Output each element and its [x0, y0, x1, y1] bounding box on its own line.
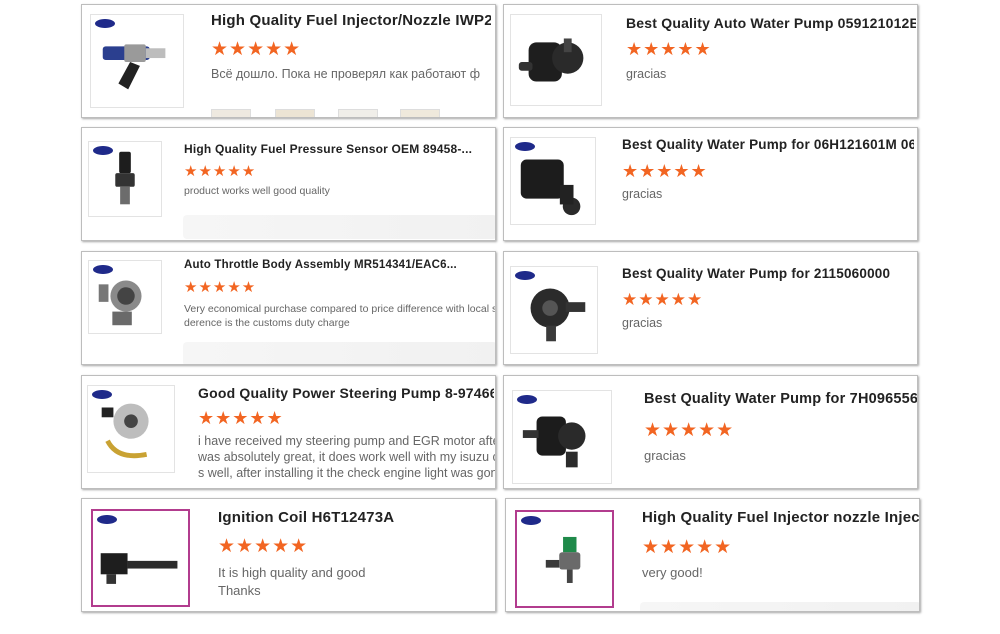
product-card[interactable]: Ignition Coil H6T12473A ★★★★★ It is high…: [81, 498, 496, 612]
review-photo[interactable]: [338, 109, 378, 117]
brand-logo: [515, 142, 535, 151]
review-text: product works well good quality: [184, 185, 484, 197]
product-image[interactable]: [88, 141, 162, 217]
review-text: gracias: [622, 187, 902, 201]
product-card[interactable]: Best Quality Auto Water Pump 059121012B …: [503, 4, 918, 118]
brand-logo: [97, 515, 117, 524]
review-line: gracias: [644, 448, 686, 463]
water-pump-icon: [522, 416, 586, 468]
rating-stars: ★★★★★: [198, 408, 284, 428]
review-text: Very economical purchase compared to pri…: [184, 302, 496, 330]
product-title[interactable]: Good Quality Power Steering Pump 8-97466…: [198, 385, 494, 401]
brand-logo: [515, 271, 535, 280]
rating-stars: ★★★★★: [184, 279, 257, 296]
rating-stars: ★★★★★: [644, 420, 735, 441]
product-image[interactable]: [515, 510, 614, 608]
rating-stars: ★★★★★: [642, 537, 733, 558]
review-footer: [183, 342, 495, 364]
rating-stars: ★★★★★: [622, 290, 704, 309]
review-line: product works well good quality: [184, 185, 330, 197]
rating-stars: ★★★★★: [626, 39, 712, 59]
brand-logo: [95, 19, 115, 28]
review-line: was absolutely great, it does work well …: [198, 450, 496, 464]
product-image[interactable]: [510, 14, 602, 106]
product-title[interactable]: High Quality Fuel Pressure Sensor OEM 89…: [184, 142, 484, 156]
fuel-injector-icon: [102, 44, 166, 90]
product-title[interactable]: High Quality Fuel Injector nozzle Inject…: [642, 509, 919, 526]
product-image[interactable]: [87, 385, 175, 473]
water-pump-icon: [518, 38, 584, 82]
review-text: i have received my steering pump and EGR…: [198, 433, 496, 481]
review-line: Thanks: [218, 583, 261, 598]
product-title[interactable]: Best Quality Auto Water Pump 059121012B: [626, 15, 916, 31]
product-image[interactable]: [512, 390, 612, 484]
review-line: gracias: [622, 316, 663, 330]
product-title[interactable]: Best Quality Water Pump for 2115060000: [622, 266, 914, 281]
product-title[interactable]: Ignition Coil H6T12473A: [218, 509, 488, 526]
review-line: gracias: [622, 187, 663, 201]
brand-logo: [93, 146, 113, 155]
review-footer: [640, 602, 919, 611]
product-card[interactable]: High Quality Fuel Injector/Nozzle IWP206…: [81, 4, 496, 118]
product-image[interactable]: [88, 260, 162, 334]
product-card[interactable]: Best Quality Water Pump for 2115060000 ★…: [503, 251, 918, 365]
rating-stars: ★★★★★: [622, 161, 708, 181]
product-image[interactable]: [510, 137, 596, 225]
product-title[interactable]: Best Quality Water Pump for 7H0965561: [644, 391, 917, 407]
review-line: derence is the customs duty charge: [184, 317, 350, 329]
product-card[interactable]: Best Quality Water Pump for 7H0965561 ★★…: [503, 375, 918, 489]
product-image[interactable]: [91, 509, 190, 607]
review-line: s well, after installing it the check en…: [198, 466, 496, 480]
rating-stars: ★★★★★: [211, 39, 302, 60]
review-photo[interactable]: [400, 109, 440, 117]
review-text: gracias: [622, 316, 902, 330]
product-card[interactable]: Best Quality Water Pump for 06H121601M 0…: [503, 127, 918, 241]
product-card[interactable]: Good Quality Power Steering Pump 8-97466…: [81, 375, 496, 489]
review-footer: [183, 215, 495, 239]
review-line: Всё дошло. Пока не проверял как работают…: [211, 67, 481, 81]
review-line: very good!: [642, 565, 703, 580]
product-card[interactable]: High Quality Fuel Injector nozzle Inject…: [505, 498, 920, 612]
product-card[interactable]: High Quality Fuel Pressure Sensor OEM 89…: [81, 127, 496, 241]
fuel-injector-icon: [545, 536, 581, 583]
review-line: gracias: [626, 67, 667, 81]
rating-stars: ★★★★★: [218, 536, 309, 557]
brand-logo: [93, 265, 113, 274]
product-image[interactable]: [90, 14, 184, 108]
rating-stars: ★★★★★: [184, 163, 257, 180]
review-line: Very economical purchase compared to pri…: [184, 303, 496, 315]
ignition-coil-icon: [100, 553, 178, 584]
review-photo[interactable]: [211, 109, 251, 117]
review-text: gracias: [644, 448, 914, 463]
product-image[interactable]: [510, 266, 598, 354]
product-title[interactable]: Best Quality Water Pump for 06H121601M 0…: [622, 137, 914, 152]
product-title[interactable]: High Quality Fuel Injector/Nozzle IWP206: [211, 12, 491, 29]
brand-logo: [92, 390, 112, 399]
review-text: gracias: [626, 67, 906, 81]
review-text: Всё дошло. Пока не проверял как работают…: [211, 67, 495, 81]
review-text: very good!: [642, 565, 912, 580]
review-line: It is high quality and good: [218, 565, 366, 580]
review-text: It is high quality and good Thanks: [218, 564, 488, 600]
brand-logo: [517, 395, 537, 404]
review-line: i have received my steering pump and EGR…: [198, 434, 496, 448]
product-title[interactable]: Auto Throttle Body Assembly MR514341/EAC…: [184, 259, 484, 271]
product-card[interactable]: Auto Throttle Body Assembly MR514341/EAC…: [81, 251, 496, 365]
brand-logo: [521, 516, 541, 525]
review-photo[interactable]: [275, 109, 315, 117]
